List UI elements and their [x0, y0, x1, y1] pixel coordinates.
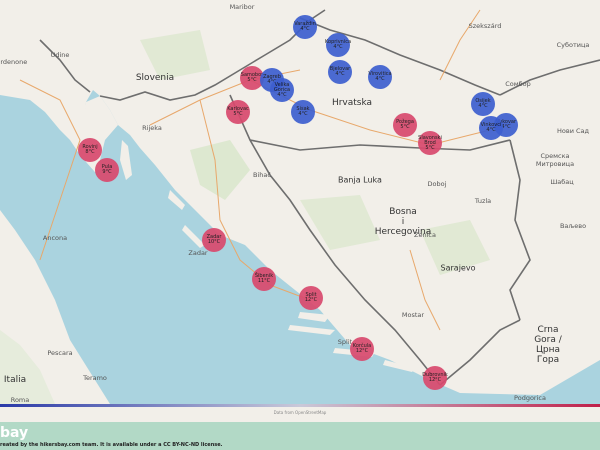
place-label-roma: Roma [10, 396, 30, 404]
weather-marker-varazdin[interactable]: Varaždin 4°C [293, 15, 317, 39]
map[interactable]: Maribor Slovenia Rijeka Hrvatska Banja Luka B… [0, 0, 600, 404]
place-label-szekszard: Szekszárd [468, 22, 502, 30]
footer-brand: bay [0, 425, 29, 441]
marker-temperature: 5°C [425, 144, 435, 151]
place-label-udine: Udine [50, 51, 70, 59]
border-italy-slovenia [39, 39, 91, 93]
marker-temperature: 8°C [85, 149, 95, 155]
place-label-maribor: Maribor [229, 3, 255, 11]
weather-marker-koprivnica[interactable]: Koprivnica 4°C [325, 33, 351, 57]
border-serbia-hungary [499, 59, 600, 96]
place-label-crna-gora: Crna Gora / Црна Гора [534, 325, 562, 365]
weather-marker-bjelovar[interactable]: Bjelovar 4°C [328, 60, 352, 84]
place-label-podgorica: Podgorica [514, 394, 546, 402]
weather-marker-sisak[interactable]: Sisak 4°C [291, 100, 315, 124]
border-sava [249, 139, 511, 151]
weather-marker-zadar[interactable]: Zadar 10°C [202, 228, 226, 252]
weather-marker-virovitica[interactable]: Virovitica 4°C [368, 65, 392, 89]
place-label-sombor: Сомбор [505, 80, 531, 88]
weather-marker-karlovac[interactable]: Karlovac 5°C [226, 100, 250, 124]
marker-temperature: 4°C [375, 76, 385, 82]
weather-marker-dubrovnik[interactable]: Dubrovnik 12°C [422, 366, 448, 390]
place-label-banja-luka: Banja Luka [338, 175, 382, 185]
marker-temperature: 4°C [486, 127, 496, 133]
marker-temperature: 4°C [333, 44, 343, 50]
place-label-bihac: Bihać [253, 171, 271, 179]
place-label-pescara: Pescara [47, 349, 73, 357]
weather-marker-pozega[interactable]: Požega 5°C [393, 113, 417, 137]
place-label-sarajevo: Sarajevo [440, 263, 476, 273]
place-label-tuzla: Tuzla [474, 197, 492, 205]
marker-temperature: 11°C [257, 278, 271, 284]
weather-marker-pula[interactable]: Pula 9°C [95, 158, 119, 182]
temperature-scale-bar [0, 404, 600, 407]
marker-temperature: 4°C [335, 71, 345, 77]
weather-marker-velika[interactable]: Velika Gorica 4°C [270, 78, 294, 102]
marker-temperature: 4°C [298, 111, 308, 117]
marker-temperature: 5°C [233, 111, 243, 117]
adriatic-sea [0, 0, 600, 404]
place-label-subotica: Суботица [556, 41, 590, 49]
weather-marker-vinkovci[interactable]: Vinkovci 4°C [479, 116, 503, 140]
place-label-valjevo: Ваљево [559, 222, 587, 230]
marker-temperature: 12°C [355, 348, 369, 354]
map-attribution: Data from OpenStreetMap [273, 410, 327, 415]
weather-marker-rovinj[interactable]: Rovinj 8°C [78, 138, 102, 162]
weather-marker-slavonski[interactable]: Slavonski Brod 5°C [418, 131, 442, 155]
footer-credit: reated by the hikersbay.com team. It is … [0, 442, 223, 448]
place-label-novi-sad: Нови Сад [556, 127, 590, 135]
place-label-sremska: Сремска Митровица [535, 152, 575, 168]
marker-temperature: 12°C [304, 297, 318, 303]
place-label-ancona: Ancona [42, 234, 68, 242]
marker-temperature: 5°C [400, 124, 410, 130]
weather-marker-osijek[interactable]: Osijek 4°C [471, 92, 495, 116]
place-label-teramo: Teramo [83, 374, 107, 382]
border-bosnia-serbia [509, 139, 531, 321]
place-label-pordenone: Pordenone [0, 58, 28, 66]
marker-city-name: Slavonski Brod [418, 134, 442, 146]
marker-temperature: 9°C [102, 169, 112, 175]
place-label-zadar-lbl: Zadar [188, 249, 208, 257]
place-label-zenica: Zenica [414, 231, 436, 239]
marker-temperature: 10°C [207, 239, 221, 245]
marker-temperature: 4°C [300, 26, 310, 32]
marker-city-name: Velika Gorica [273, 81, 291, 93]
place-label-rijeka: Rijeka [142, 124, 162, 132]
place-label-slovenia: Slovenia [135, 73, 175, 83]
place-label-hrvatska: Hrvatska [331, 98, 373, 108]
place-label-doboj: Doboj [427, 180, 447, 188]
place-label-italia: Italia [3, 375, 27, 385]
marker-temperature: 4°C [277, 91, 287, 98]
map-base [0, 0, 600, 404]
footer: bay reated by the hikersbay.com team. It… [0, 422, 600, 450]
marker-temperature: 12°C [428, 377, 442, 383]
weather-marker-korcula[interactable]: Korčula 12°C [350, 337, 374, 361]
island-krk [138, 130, 152, 150]
weather-marker-sibenik[interactable]: Šibenik 11°C [252, 267, 276, 291]
weather-marker-split[interactable]: Split 12°C [299, 286, 323, 310]
place-label-sabac: Шабац [550, 178, 574, 186]
marker-temperature: 5°C [247, 77, 257, 83]
marker-temperature: 4°C [478, 103, 488, 109]
border-bosnia-montenegro [439, 319, 521, 386]
place-label-mostar: Mostar [401, 311, 425, 319]
